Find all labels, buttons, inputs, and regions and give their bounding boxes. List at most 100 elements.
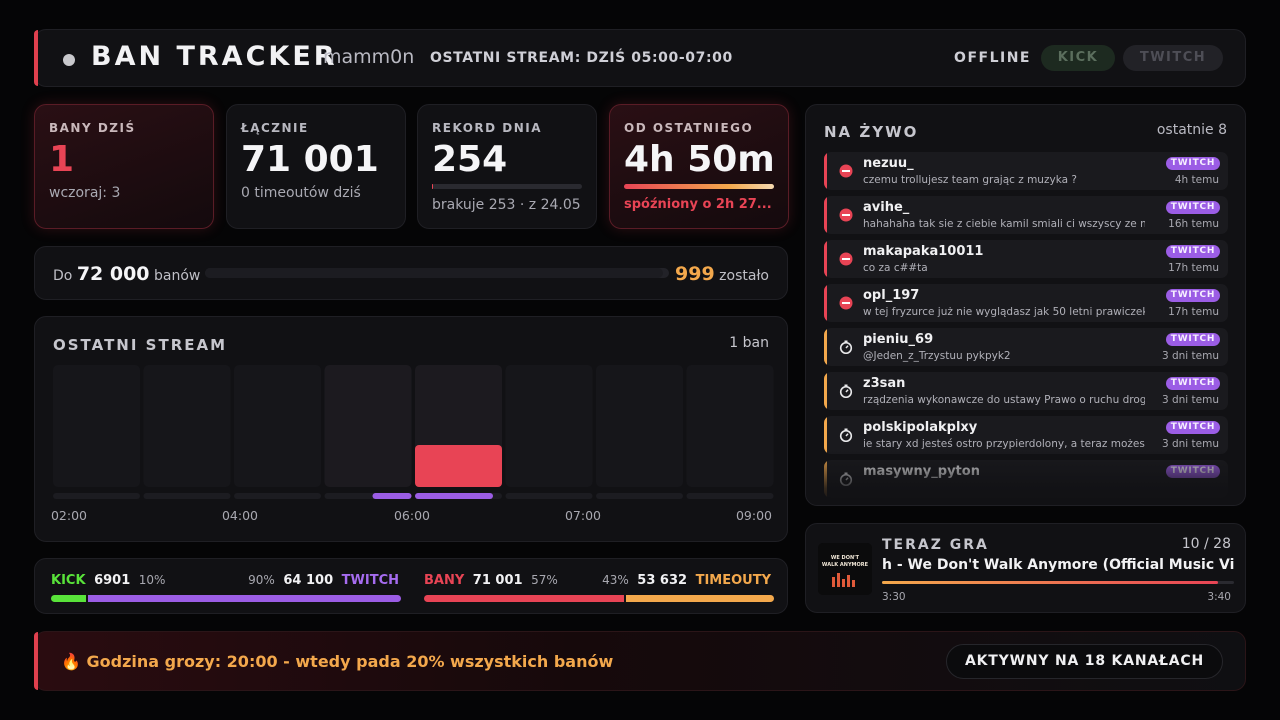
platform-badge: TWITCH [1166,245,1220,258]
goal-target-value: 72 000 [76,263,150,285]
goal-progress-panel: Do 72 000 banów 999 zostało [34,246,788,300]
stat-sub: brakuje 253 · z 24.05 [432,197,581,213]
stream-marker [415,493,493,499]
ban-bar-0600 [415,445,502,487]
kind-stripe [824,284,827,322]
hour-slot-0900 [686,365,774,487]
app-title: BAN TRACKER [91,41,338,72]
stat-sub-late: spóźniony o 2h 27... [624,197,772,212]
platform-badge: TWITCH [1166,465,1220,478]
platform-status: OFFLINE KICK TWITCH [954,45,1223,71]
timeline-segment [143,493,231,499]
kick-stat: KICK 6901 10% [51,573,165,588]
username: pieniu_69 [863,332,934,347]
stat-value: 4h 50m [624,139,775,180]
kick-pill: KICK [1041,45,1115,71]
live-item[interactable]: avihe_ hahahaha tak sie z ciebie kamil sm… [824,196,1228,234]
live-last-count: ostatnie 8 [1156,122,1227,138]
now-playing-panel: WE DON'T WALK ANYMORE TERAZ GRA 10 / 28 … [805,523,1246,613]
stat-label: REKORD DNIA [432,121,543,135]
song-progress-fill [882,581,1219,584]
offline-status: OFFLINE [954,50,1031,66]
live-item[interactable]: masywny_pyton TWITCH [824,460,1228,498]
stat-sub: wczoraj: 3 [49,185,121,201]
kind-stripe [824,152,827,190]
stat-card-since-last: OD OSTATNIEGO 4h 50m spóźniony o 2h 27..… [609,104,789,229]
peak-hour-info: 🔥 Godzina grozy: 20:00 - wtedy pada 20% … [61,652,614,671]
since-progress-fill [624,184,774,189]
hour-slot-0300 [143,365,231,487]
message-text: co za c##ta [863,262,928,274]
live-item[interactable]: makapaka10011 co za c##ta TWITCH 17h temu [824,240,1228,278]
ban-icon [839,164,853,178]
kind-stripe [824,328,827,366]
live-item[interactable]: nezuu_czemu trollujesz team grając z muz… [824,152,1228,190]
time-total: 3:40 [1207,591,1231,603]
stat-value: 1 [49,139,75,180]
ban-icon [839,208,853,222]
timer-icon [839,428,853,442]
header-bar: BAN TRACKER mamm0n OSTATNI STREAM: DZIŚ … [34,29,1246,87]
twitch-bar-segment [88,595,401,602]
goal-remaining-value: 999 [675,263,715,285]
username: makapaka10011 [863,244,984,259]
timeouts-pct: 43% [602,573,629,587]
bans-value: 71 001 [472,573,523,588]
status-dot [63,54,75,66]
goal-unit: banów [153,268,201,284]
thumb-text-line2: WALK ANYMORE [822,562,869,568]
stat-sub: 0 timeoutów dziś [241,185,361,201]
live-item[interactable]: z3san rządzenia wykonawcze do ustawy Praw… [824,372,1228,410]
tick-label: 06:00 [394,508,430,523]
timer-icon [839,384,853,398]
tick-label: 09:00 [736,508,772,523]
time-ago: 3 dni temu [1161,394,1219,406]
username: masywny_pyton [863,464,980,479]
goal-target: Do 72 000 banów [53,263,200,285]
kind-stripe [824,372,827,410]
kick-label: KICK [51,573,86,588]
username: z3san [863,376,906,391]
thumb-text-line1: WE DON'T [831,555,860,561]
since-progress-track [624,184,774,189]
stat-label: BANY DZIŚ [49,121,136,135]
goal-prefix: Do [53,268,73,284]
platform-badge: TWITCH [1166,201,1220,214]
timer-icon [839,340,853,354]
username: avihe_ [863,200,910,215]
last-stream-info: OSTATNI STREAM: DZIŚ 05:00-07:00 [430,50,733,66]
username: opl_197 [863,288,920,303]
kick-value: 6901 [94,573,131,588]
time-ago: 4h temu [1174,174,1219,186]
platform-badge: TWITCH [1166,333,1220,346]
live-item[interactable]: pieniu_69 @Jeden_z_Trzystuu pykpyk2 TWITCH… [824,328,1228,366]
time-ago: 3 dni temu [1161,438,1219,450]
stream-marker [372,493,412,499]
kick-pct: 10% [138,573,166,587]
twitch-pct: 90% [248,573,275,587]
platform-badge: TWITCH [1166,157,1220,170]
kind-stripe [824,240,827,278]
message-text: hahahaha tak sie z ciebie kamil smiali c… [863,218,1145,230]
message-text: czemu trollujesz team grając z muzyka ? [863,174,1077,186]
username: polskipolakplxy [863,420,978,435]
platform-badge: TWITCH [1166,377,1220,390]
username: nezuu_ [863,156,914,171]
time-ago: 16h temu [1168,218,1219,230]
live-item[interactable]: polskipolakplxy ie stary xd jesteś ostro … [824,416,1228,454]
live-title: NA ŻYWO [824,123,919,141]
channel-name: mamm0n [323,46,415,68]
tick-label: 04:00 [222,508,258,523]
hour-slot-0700 [505,365,593,487]
footer-bar: 🔥 Godzina grozy: 20:00 - wtedy pada 20% … [34,631,1246,691]
goal-progress-fill [205,268,663,278]
live-item[interactable]: opl_197 w tej fryzurce już nie wyglądasz … [824,284,1228,322]
active-channels-badge: AKTYWNY NA 18 KANAŁACH [946,644,1223,679]
song-progress-track[interactable] [882,581,1234,584]
record-progress-fill [432,184,433,189]
bans-bar-segment [424,595,624,602]
twitch-pill: TWITCH [1123,45,1223,71]
timeline-segment [53,493,140,499]
time-elapsed: 3:30 [882,591,906,603]
goal-progress-track [205,268,669,278]
